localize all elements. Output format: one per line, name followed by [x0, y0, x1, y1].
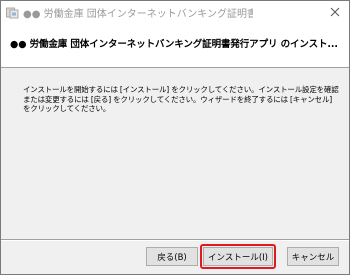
close-icon [330, 7, 340, 17]
close-button[interactable] [321, 1, 349, 23]
window-title: ●● 労働金庫 団体インターネットバンキング証明書発行アプリ セ... [23, 8, 253, 20]
page-title: ●● 労働金庫 団体インターネットバンキング証明書発行アプリ のインスト... [10, 39, 338, 50]
title-bar[interactable]: ●● 労働金庫 団体インターネットバンキング証明書発行アプリ セ... [1, 1, 349, 23]
footer-divider [1, 239, 349, 241]
install-instructions: インストールを開始するには [インストール] をクリックしてください。インストー… [23, 85, 339, 113]
cancel-button[interactable]: キャンセル [287, 247, 339, 266]
installer-app-icon [6, 6, 19, 19]
wizard-header: ●● 労働金庫 団体インターネットバンキング証明書発行アプリ のインスト... [1, 23, 349, 68]
back-button[interactable]: 戻る(B) [146, 247, 198, 266]
install-button[interactable]: インストール(I) [203, 247, 273, 266]
installer-window: ●● 労働金庫 団体インターネットバンキング証明書発行アプリ セ... ●● 労… [0, 0, 350, 275]
